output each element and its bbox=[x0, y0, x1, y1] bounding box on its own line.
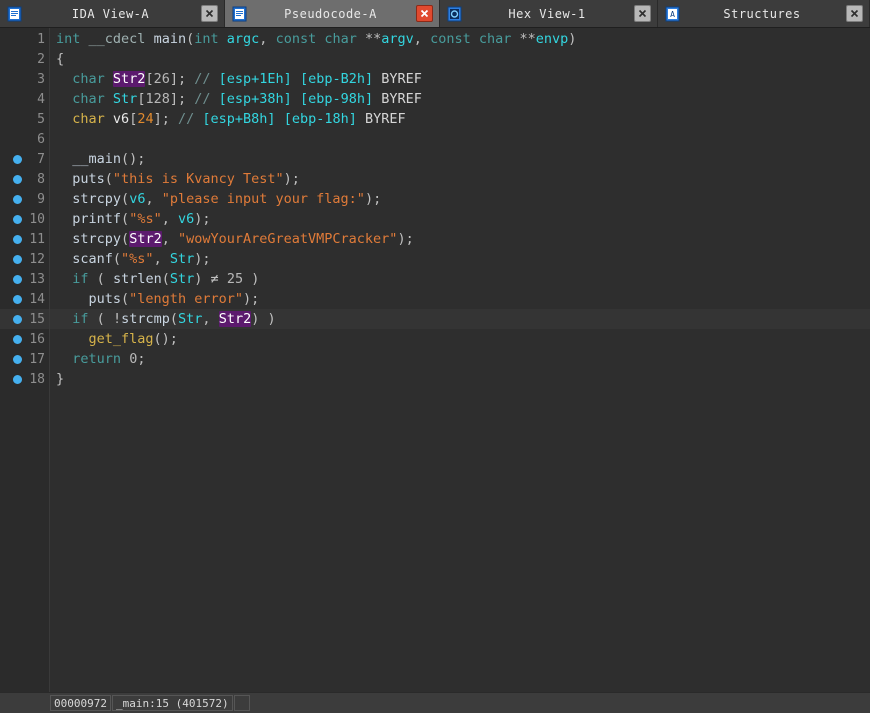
code-content[interactable]: int __cdecl main(int argc, const char **… bbox=[50, 28, 870, 692]
code-line[interactable]: scanf("%s", Str); bbox=[50, 249, 870, 269]
line-number: 11 bbox=[29, 231, 45, 247]
gutter-row[interactable]: 4 bbox=[0, 89, 49, 109]
breakpoint-dot-icon[interactable] bbox=[13, 294, 22, 304]
tab-hex-view-1[interactable]: Hex View-1 bbox=[440, 0, 658, 27]
line-number: 17 bbox=[29, 351, 45, 367]
code-line[interactable]: char Str[128]; // [esp+38h] [ebp-98h] BY… bbox=[50, 89, 870, 109]
status-extra bbox=[233, 695, 250, 711]
line-number-gutter[interactable]: 1 2 3 4 5 6 7 8 9 10 11 12 13 14 15 16 17 18 bbox=[0, 28, 50, 692]
code-line[interactable]: char Str2[26]; // [esp+1Eh] [ebp-B2h] BY… bbox=[50, 69, 870, 89]
gutter-row[interactable]: 18 bbox=[0, 369, 49, 389]
breakpoint-dot-icon[interactable] bbox=[13, 194, 22, 204]
code-line[interactable]: { bbox=[50, 49, 870, 69]
gutter-row[interactable]: 15 bbox=[0, 309, 49, 329]
gutter-row[interactable]: 16 bbox=[0, 329, 49, 349]
line-number: 10 bbox=[29, 211, 45, 227]
code-line[interactable] bbox=[50, 129, 870, 149]
line-number: 8 bbox=[37, 171, 45, 187]
line-number: 13 bbox=[29, 271, 45, 287]
line-number: 12 bbox=[29, 251, 45, 267]
pseudocode-view[interactable]: 1 2 3 4 5 6 7 8 9 10 11 12 13 14 15 16 17 18 int __cdecl … bbox=[0, 28, 870, 692]
line-number: 2 bbox=[37, 51, 45, 67]
line-number: 5 bbox=[37, 111, 45, 127]
breakpoint-dot-icon[interactable] bbox=[13, 154, 22, 164]
code-line[interactable]: puts("length error"); bbox=[50, 289, 870, 309]
tab-label: Pseudocode-A bbox=[284, 6, 377, 21]
line-number: 1 bbox=[37, 31, 45, 47]
line-number: 9 bbox=[37, 191, 45, 207]
code-line[interactable]: strcpy(v6, "please input your flag:"); bbox=[50, 189, 870, 209]
code-line[interactable]: get_flag(); bbox=[50, 329, 870, 349]
code-line[interactable]: } bbox=[50, 369, 870, 389]
close-icon[interactable] bbox=[846, 5, 863, 22]
gutter-row[interactable]: 12 bbox=[0, 249, 49, 269]
gutter-row[interactable]: 13 bbox=[0, 269, 49, 289]
structures-icon: A bbox=[664, 5, 682, 23]
gutter-row[interactable]: 14 bbox=[0, 289, 49, 309]
line-number: 4 bbox=[37, 91, 45, 107]
gutter-row[interactable]: 2 bbox=[0, 49, 49, 69]
tab-label: IDA View-A bbox=[71, 6, 150, 21]
close-icon-red[interactable] bbox=[416, 5, 433, 22]
code-line[interactable]: __main(); bbox=[50, 149, 870, 169]
tab-label: Structures bbox=[723, 6, 801, 21]
gutter-row[interactable]: 3 bbox=[0, 69, 49, 89]
tab-pseudocode-a[interactable]: Pseudocode-A bbox=[225, 0, 440, 27]
line-number: 3 bbox=[37, 71, 45, 87]
tab-ida-view-a[interactable]: IDA View-A bbox=[0, 0, 225, 27]
code-line[interactable]: char v6[24]; // [esp+B8h] [ebp-18h] BYRE… bbox=[50, 109, 870, 129]
document-blue-icon bbox=[6, 5, 24, 23]
tab-label: Hex View-1 bbox=[508, 6, 586, 21]
status-offset: 00000972 bbox=[50, 695, 111, 711]
gutter-row[interactable]: 7 bbox=[0, 149, 49, 169]
line-number: 15 bbox=[29, 311, 45, 327]
line-number: 7 bbox=[37, 151, 45, 167]
line-number: 14 bbox=[29, 291, 45, 307]
line-number: 6 bbox=[37, 131, 45, 147]
gutter-row[interactable]: 1 bbox=[0, 29, 49, 49]
breakpoint-dot-icon[interactable] bbox=[13, 374, 22, 384]
code-line[interactable]: return 0; bbox=[50, 349, 870, 369]
code-line[interactable]: if ( strlen(Str) ≠ 25 ) bbox=[50, 269, 870, 289]
breakpoint-dot-icon[interactable] bbox=[13, 174, 22, 184]
breakpoint-dot-icon[interactable] bbox=[13, 214, 22, 224]
breakpoint-dot-icon[interactable] bbox=[13, 354, 22, 364]
gutter-row[interactable]: 10 bbox=[0, 209, 49, 229]
code-line[interactable]: puts("this is Kvancy Test"); bbox=[50, 169, 870, 189]
ida-pseudocode-window: IDA View-A Pseudocode-A Hex View-1 A Str… bbox=[0, 0, 870, 713]
line-number: 16 bbox=[29, 331, 45, 347]
gutter-row[interactable]: 9 bbox=[0, 189, 49, 209]
code-line[interactable]: int __cdecl main(int argc, const char **… bbox=[50, 29, 870, 49]
close-icon[interactable] bbox=[634, 5, 651, 22]
status-bar: 00000972 _main:15 (401572) bbox=[0, 692, 870, 713]
gutter-row[interactable]: 6 bbox=[0, 129, 49, 149]
code-line[interactable]: printf("%s", v6); bbox=[50, 209, 870, 229]
breakpoint-dot-icon[interactable] bbox=[13, 314, 22, 324]
document-blue-icon bbox=[231, 5, 249, 23]
tab-structures[interactable]: A Structures bbox=[658, 0, 870, 27]
code-line[interactable]: strcpy(Str2, "wowYourAreGreatVMPCracker"… bbox=[50, 229, 870, 249]
gutter-row[interactable]: 8 bbox=[0, 169, 49, 189]
breakpoint-dot-icon[interactable] bbox=[13, 254, 22, 264]
line-number: 18 bbox=[29, 371, 45, 387]
breakpoint-dot-icon[interactable] bbox=[13, 234, 22, 244]
gutter-row[interactable]: 5 bbox=[0, 109, 49, 129]
gutter-row[interactable]: 17 bbox=[0, 349, 49, 369]
close-icon[interactable] bbox=[201, 5, 218, 22]
hex-view-icon bbox=[446, 5, 464, 23]
svg-text:A: A bbox=[670, 10, 675, 19]
breakpoint-dot-icon[interactable] bbox=[13, 334, 22, 344]
gutter-row[interactable]: 11 bbox=[0, 229, 49, 249]
status-location: _main:15 (401572) bbox=[111, 695, 233, 711]
breakpoint-dot-icon[interactable] bbox=[13, 274, 22, 284]
tab-bar: IDA View-A Pseudocode-A Hex View-1 A Str… bbox=[0, 0, 870, 28]
code-line[interactable]: if ( !strcmp(Str, Str2) ) bbox=[50, 309, 870, 329]
